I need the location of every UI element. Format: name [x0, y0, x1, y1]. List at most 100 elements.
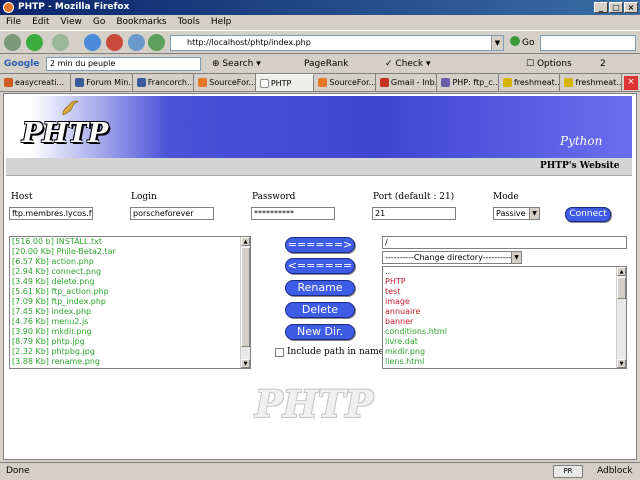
local-file-list[interactable]: [516.00 b] INSTALL.txt [20.00 Kb] Phile-B… [9, 236, 251, 369]
check-button[interactable]: ✓ Check ▾ [385, 54, 430, 74]
menu-file[interactable]: File [6, 15, 21, 30]
remote-file-item[interactable]: livre.dat [383, 337, 626, 347]
change-directory-dropdown-icon[interactable]: ▼ [511, 252, 521, 263]
close-window-button[interactable]: × [624, 2, 638, 13]
reload-icon[interactable] [84, 34, 101, 51]
new-dir-button[interactable]: New Dir. [285, 324, 355, 340]
tab-favicon-icon [198, 78, 208, 87]
remote-file-item[interactable]: annuaire [383, 307, 626, 317]
local-scrollbar[interactable]: ▲ ▼ [240, 237, 250, 368]
google-logo[interactable]: Google [4, 54, 39, 74]
download-button[interactable]: <====== [285, 258, 355, 274]
remote-scroll-thumb[interactable] [617, 277, 626, 299]
login-input[interactable]: porscheforever [130, 207, 214, 220]
print-icon[interactable] [148, 34, 165, 51]
connect-button[interactable]: Connect [565, 207, 611, 222]
menu-tools[interactable]: Tools [178, 15, 200, 30]
url-dropdown-icon[interactable]: ▼ [491, 36, 503, 50]
adblock-button[interactable]: Adblock [597, 463, 633, 480]
password-label: Password [252, 192, 296, 202]
remote-scrollbar[interactable]: ▲ ▼ [616, 267, 626, 368]
home-icon[interactable] [128, 34, 145, 51]
remote-file-item[interactable]: image [383, 297, 626, 307]
local-file-item[interactable]: [2.94 Kb] connect.png [10, 267, 250, 277]
tab-favicon-icon [502, 78, 512, 87]
menu-help[interactable]: Help [211, 15, 232, 30]
local-file-item[interactable]: [2.32 Kb] phtpbg.jpg [10, 347, 250, 357]
local-file-item[interactable]: [8.79 Kb] phtp.jpg [10, 337, 250, 347]
remote-file-item[interactable]: conditions.html [383, 327, 626, 337]
tab-0[interactable]: easycreati... [0, 74, 72, 91]
local-file-item[interactable]: [6.57 Kb] action.php [10, 257, 250, 267]
include-path-option[interactable]: Include path in name [275, 347, 384, 357]
remote-scroll-down-icon[interactable]: ▼ [617, 359, 626, 368]
tab-6[interactable]: Gmail - Inb... [376, 74, 438, 91]
tab-7[interactable]: PHP: ftp_c... [437, 74, 499, 91]
remote-scroll-up-icon[interactable]: ▲ [617, 267, 626, 276]
remote-file-list[interactable]: .. PHTP test image annuaire banner conditions.… [382, 266, 627, 369]
tab-2[interactable]: Francorch... [133, 74, 195, 91]
check-label: Check [395, 59, 424, 69]
local-file-item[interactable]: [5.61 Kb] ftp_action.php [10, 287, 250, 297]
options-button[interactable]: ☐ Options [526, 54, 572, 74]
search-input[interactable] [540, 35, 636, 51]
stop-icon[interactable] [106, 34, 123, 51]
google-query-input[interactable]: 2 min du peuple [46, 57, 201, 71]
google-search-button[interactable]: ⊕ Search ▾ [212, 54, 261, 74]
menu-view[interactable]: View [61, 15, 82, 30]
login-label: Login [131, 192, 157, 202]
firefox-icon [3, 2, 14, 13]
scroll-down-icon[interactable]: ▼ [241, 359, 250, 368]
change-directory-select[interactable]: ----------Change directory---------- ▼ [382, 251, 522, 264]
minimize-button[interactable]: _ [594, 2, 608, 13]
local-scroll-thumb[interactable] [241, 247, 250, 347]
forward-icon[interactable] [52, 34, 69, 51]
go-button[interactable]: Go [510, 36, 534, 50]
close-tab-icon[interactable]: × [623, 76, 638, 90]
local-file-item[interactable]: [20.00 Kb] Phile-Beta2.tar [10, 247, 250, 257]
tab-label: freshmeat... [575, 78, 622, 87]
local-file-item[interactable]: [3.90 Kb] mkdir.png [10, 327, 250, 337]
remote-file-item[interactable]: PHTP [383, 277, 626, 287]
delete-button[interactable]: Delete [285, 302, 355, 318]
tab-favicon-icon [259, 78, 269, 88]
mode-select[interactable]: Passive ▼ [493, 207, 540, 220]
menu-bookmarks[interactable]: Bookmarks [116, 15, 166, 30]
maximize-button[interactable]: □ [609, 2, 623, 13]
pagerank-button[interactable]: PageRank [304, 54, 348, 74]
local-file-item[interactable]: [4.76 Kb] menu2.js [10, 317, 250, 327]
remote-file-item[interactable]: banner [383, 317, 626, 327]
remote-file-item[interactable]: liens.html [383, 357, 626, 367]
remote-path-input[interactable]: / [382, 236, 627, 249]
host-input[interactable]: ftp.membres.lycos.fr [9, 207, 93, 220]
website-link[interactable]: PHTP's Website [540, 161, 619, 171]
rename-button[interactable]: Rename [285, 280, 355, 296]
remote-file-item[interactable]: .. [383, 267, 626, 277]
port-input[interactable]: 21 [372, 207, 456, 220]
upload-button[interactable]: ======> [285, 237, 355, 253]
tab-3[interactable]: SourceFor... [194, 74, 256, 91]
remote-file-item[interactable]: test [383, 287, 626, 297]
local-file-item[interactable]: [3.88 Kb] rename.png [10, 357, 250, 367]
url-input[interactable]: http://localhost/phtp/index.php ▼ [170, 35, 504, 51]
include-path-checkbox[interactable] [275, 347, 284, 357]
back-icon[interactable] [26, 34, 43, 51]
tab-8[interactable]: freshmeat... [499, 74, 561, 91]
menu-edit[interactable]: Edit [32, 15, 49, 30]
tab-1[interactable]: Forum Min... [71, 74, 133, 91]
tab-9[interactable]: freshmeat... [560, 74, 622, 91]
tab-4[interactable]: PHTP [255, 74, 315, 91]
scroll-up-icon[interactable]: ▲ [241, 237, 250, 246]
local-file-item[interactable]: [7.45 Kb] index.php [10, 307, 250, 317]
remote-file-item[interactable]: mkdir.png [383, 347, 626, 357]
tab-5[interactable]: SourceFor... [314, 74, 376, 91]
local-file-item[interactable]: [516.00 b] INSTALL.txt [10, 237, 250, 247]
password-input[interactable]: ********** [251, 207, 335, 220]
tab-label: easycreati... [15, 78, 65, 87]
url-text: http://localhost/phtp/index.php [187, 38, 311, 47]
mode-dropdown-icon[interactable]: ▼ [529, 208, 539, 219]
local-file-item[interactable]: [7.09 Kb] ftp_index.php [10, 297, 250, 307]
menu-go[interactable]: Go [93, 15, 105, 30]
tab-label: freshmeat... [513, 78, 561, 87]
local-file-item[interactable]: [3.49 Kb] delete.png [10, 277, 250, 287]
